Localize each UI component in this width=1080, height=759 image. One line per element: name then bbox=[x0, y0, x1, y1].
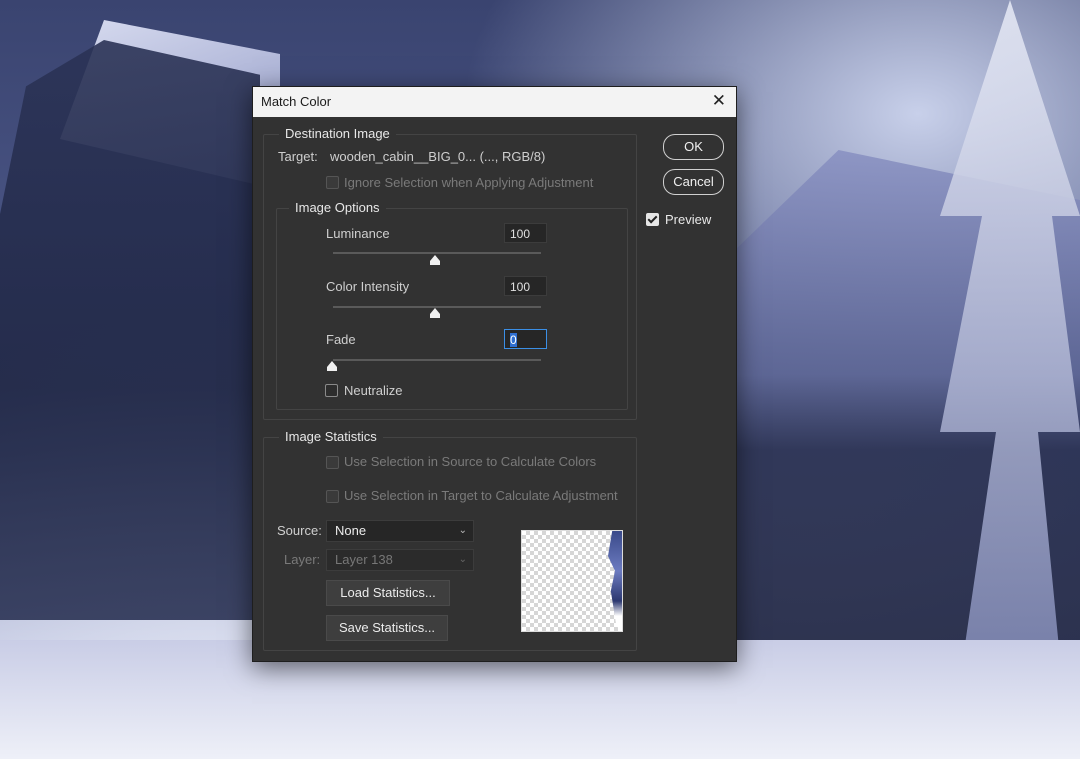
use-selection-target-label: Use Selection in Target to Calculate Adj… bbox=[344, 488, 618, 503]
fade-label: Fade bbox=[326, 332, 356, 347]
dialog-titlebar[interactable]: Match Color ✕ bbox=[253, 87, 736, 117]
close-icon[interactable]: ✕ bbox=[712, 91, 726, 111]
background-house-left bbox=[0, 40, 260, 620]
fade-input[interactable]: 0 bbox=[504, 329, 547, 349]
layer-label: Layer: bbox=[284, 552, 321, 567]
source-label: Source: bbox=[277, 523, 322, 538]
source-thumbnail-preview bbox=[521, 530, 623, 632]
ok-button[interactable]: OK bbox=[663, 134, 724, 160]
chevron-down-icon: ⌄ bbox=[458, 554, 467, 565]
luminance-slider-track[interactable] bbox=[333, 252, 541, 254]
neutralize-label: Neutralize bbox=[344, 383, 403, 398]
fade-slider-track[interactable] bbox=[333, 359, 541, 361]
chevron-down-icon: ⌄ bbox=[458, 525, 467, 536]
color-intensity-input[interactable]: 100 bbox=[504, 276, 547, 296]
fade-slider-thumb[interactable] bbox=[327, 361, 337, 371]
use-selection-source-label: Use Selection in Source to Calculate Col… bbox=[344, 454, 597, 469]
layer-dropdown[interactable]: Layer 138 ⌄ bbox=[326, 549, 474, 571]
ignore-selection-label: Ignore Selection when Applying Adjustmen… bbox=[344, 175, 594, 190]
preview-label: Preview bbox=[665, 212, 712, 227]
luminance-input[interactable]: 100 bbox=[504, 223, 547, 243]
image-statistics-heading: Image Statistics bbox=[279, 429, 383, 444]
use-selection-target-checkbox[interactable] bbox=[326, 490, 339, 503]
preview-checkbox[interactable] bbox=[646, 213, 659, 226]
luminance-slider-thumb[interactable] bbox=[430, 255, 440, 265]
match-color-dialog: Match Color ✕ Destination Image Target: … bbox=[252, 86, 737, 662]
color-intensity-slider-thumb[interactable] bbox=[430, 308, 440, 318]
target-value: wooden_cabin__BIG_0... (..., RGB/8) bbox=[330, 149, 546, 164]
thumbnail-image-strip bbox=[608, 531, 622, 631]
target-label: Target: bbox=[278, 149, 318, 164]
load-statistics-button[interactable]: Load Statistics... bbox=[326, 580, 450, 606]
cancel-button[interactable]: Cancel bbox=[663, 169, 724, 195]
ignore-selection-checkbox[interactable] bbox=[326, 176, 339, 189]
save-statistics-button[interactable]: Save Statistics... bbox=[326, 615, 448, 641]
neutralize-checkbox[interactable] bbox=[325, 384, 338, 397]
dialog-title: Match Color bbox=[261, 94, 332, 109]
luminance-label: Luminance bbox=[326, 226, 390, 241]
destination-image-heading: Destination Image bbox=[279, 126, 396, 141]
color-intensity-label: Color Intensity bbox=[326, 279, 410, 294]
image-options-heading: Image Options bbox=[289, 200, 386, 215]
use-selection-source-checkbox[interactable] bbox=[326, 456, 339, 469]
source-dropdown[interactable]: None ⌄ bbox=[326, 520, 474, 542]
